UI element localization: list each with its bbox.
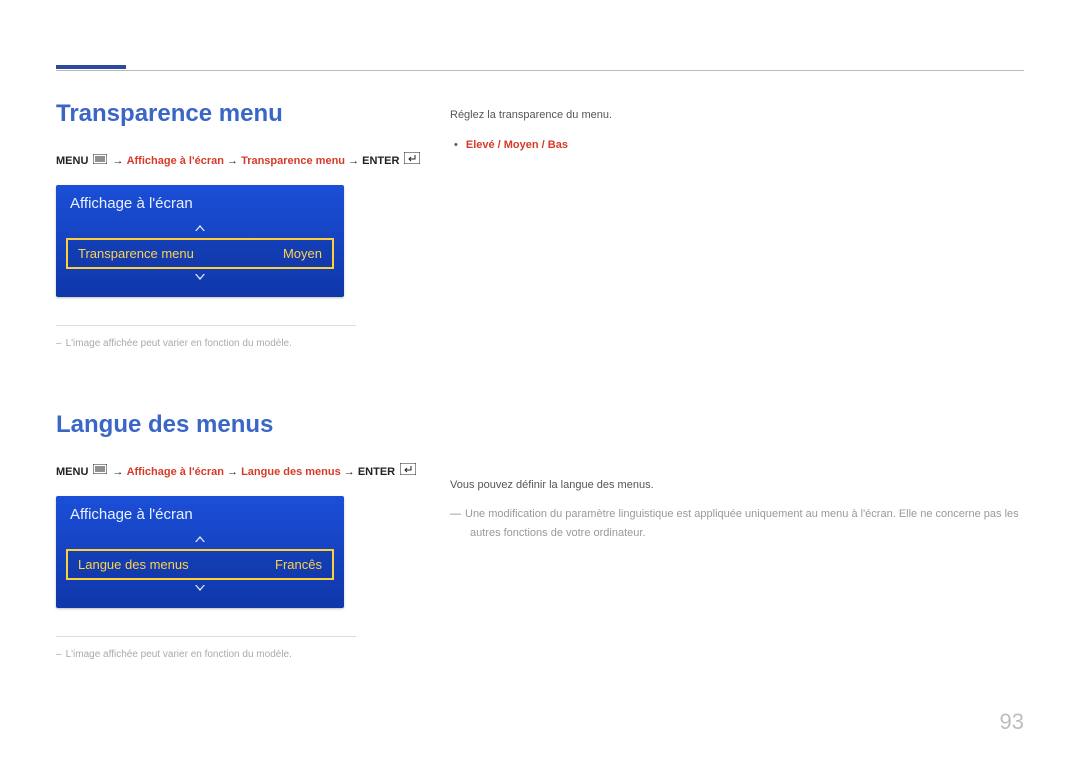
bullet-dot: • <box>454 139 458 151</box>
section-heading: Transparence menu <box>56 100 426 128</box>
page-number: 93 <box>1000 709 1024 735</box>
osd-item-label: Langue des menus <box>78 557 189 572</box>
menu-path: MENU → Affichage à l'écran → Langue des … <box>56 463 426 482</box>
path-step2: Langue des menus <box>241 466 341 478</box>
path-step1: Affichage à l'écran <box>127 155 224 167</box>
footnote-dash: ‒ <box>56 338 62 349</box>
osd-up-arrow[interactable] <box>56 531 344 547</box>
description-line: Vous pouvez définir la langue des menus. <box>450 476 1024 496</box>
osd-panel: Affichage à l'écran Langue des menus Fra… <box>56 496 344 608</box>
path-prefix: MENU <box>56 466 88 478</box>
osd-down-arrow[interactable] <box>56 582 344 598</box>
osd-item-value: Francês <box>275 557 322 572</box>
section-transparence: Transparence menu MENU → Affichage à l'é… <box>56 100 426 351</box>
arrow: → <box>113 466 124 478</box>
footnote-dash: ‒ <box>56 649 62 660</box>
accent-bar <box>56 65 126 69</box>
osd-up-arrow[interactable] <box>56 220 344 236</box>
description-line: Réglez la transparence du menu. <box>450 106 1024 126</box>
path-step1: Affichage à l'écran <box>127 466 224 478</box>
options-text: Elevé / Moyen / Bas <box>466 139 568 151</box>
arrow: → <box>344 466 355 478</box>
enter-icon <box>404 152 420 171</box>
path-suffix: ENTER <box>358 466 395 478</box>
arrow: → <box>113 155 124 167</box>
right-section-transparence: Réglez la transparence du menu. • Elevé /… <box>450 106 1024 156</box>
osd-selected-row[interactable]: Transparence menu Moyen <box>66 238 334 269</box>
thin-rule <box>56 636 356 637</box>
left-column: Transparence menu MENU → Affichage à l'é… <box>56 100 426 702</box>
note-line: ― Une modification du paramètre linguisti… <box>450 505 1024 542</box>
section-heading: Langue des menus <box>56 411 426 439</box>
top-rule <box>56 70 1024 71</box>
menu-icon <box>93 463 107 481</box>
osd-panel: Affichage à l'écran Transparence menu Mo… <box>56 185 344 297</box>
path-prefix: MENU <box>56 155 88 167</box>
footnote-text: L'image affichée peut varier en fonction… <box>66 338 292 349</box>
arrow: → <box>348 155 359 167</box>
arrow: → <box>227 155 238 167</box>
osd-item-label: Transparence menu <box>78 246 194 261</box>
osd-selected-row[interactable]: Langue des menus Francês <box>66 549 334 580</box>
note-text: Une modification du paramètre linguistiq… <box>465 508 1019 539</box>
footnote: ‒ L'image affichée peut varier en fonctio… <box>56 336 426 351</box>
menu-path: MENU → Affichage à l'écran → Transparenc… <box>56 152 426 171</box>
options-bullet: • Elevé / Moyen / Bas <box>450 136 1024 156</box>
osd-title: Affichage à l'écran <box>56 185 344 220</box>
menu-icon <box>93 153 107 171</box>
footnote-text: L'image affichée peut varier en fonction… <box>66 649 292 660</box>
osd-down-arrow[interactable] <box>56 271 344 287</box>
enter-icon <box>400 463 416 482</box>
arrow: → <box>227 466 238 478</box>
page: Transparence menu MENU → Affichage à l'é… <box>0 0 1080 763</box>
path-suffix: ENTER <box>362 155 399 167</box>
osd-item-value: Moyen <box>283 246 322 261</box>
section-langue: Langue des menus MENU → Affichage à l'éc… <box>56 411 426 662</box>
thin-rule <box>56 325 356 326</box>
path-step2: Transparence menu <box>241 155 345 167</box>
footnote: ‒ L'image affichée peut varier en fonctio… <box>56 647 426 662</box>
right-section-langue: Vous pouvez définir la langue des menus.… <box>450 476 1024 543</box>
note-dash: ― <box>450 508 461 520</box>
right-column: Réglez la transparence du menu. • Elevé /… <box>450 100 1024 543</box>
osd-title: Affichage à l'écran <box>56 496 344 531</box>
